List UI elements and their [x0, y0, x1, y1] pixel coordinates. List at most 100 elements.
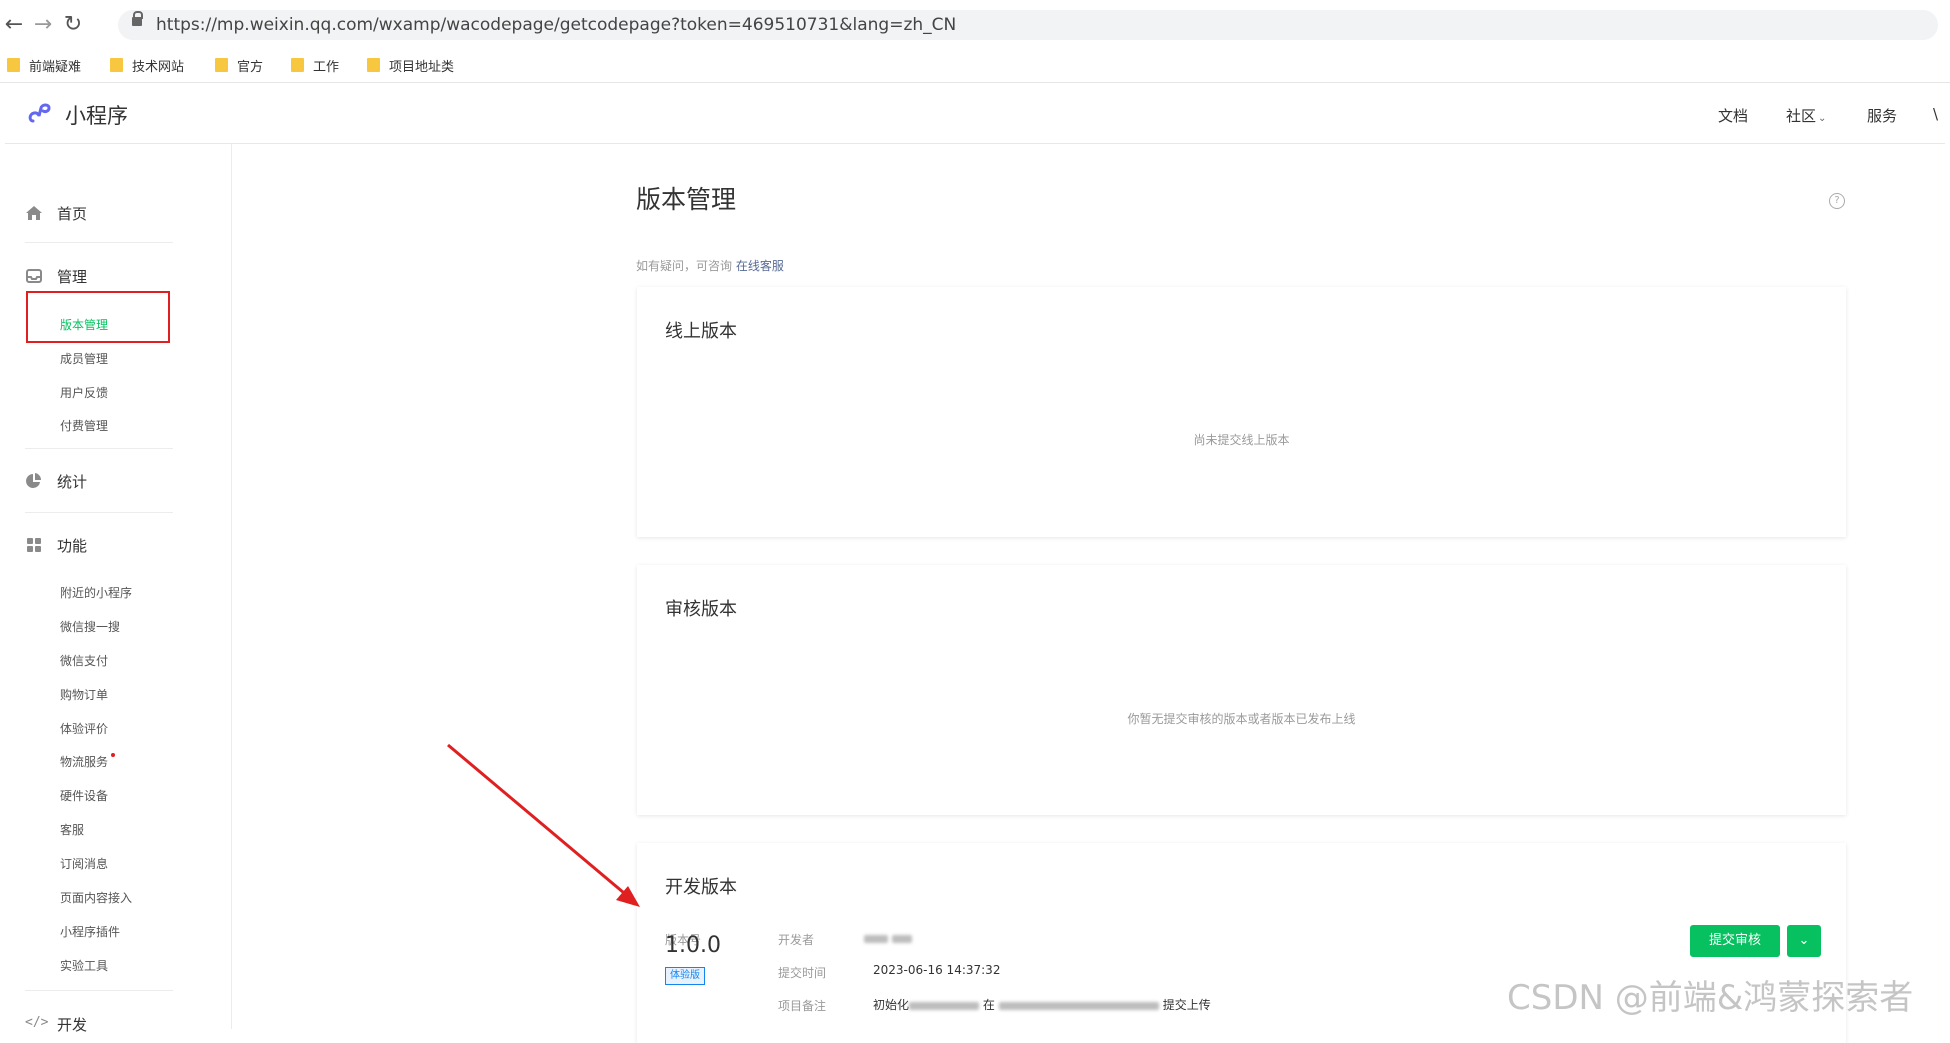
bookmark-item[interactable]: 前端疑难 [7, 55, 81, 75]
sidebar-item-logistics[interactable]: 物流服务 [60, 753, 116, 770]
nav-community[interactable]: 社区 ⌄ [1786, 105, 1826, 126]
annotation-arrow-icon [447, 743, 640, 907]
url-text: https://mp.weixin.qq.com/wxamp/wacodepag… [156, 15, 957, 35]
redacted-text [892, 934, 913, 943]
chevron-down-icon: ⌄ [1798, 933, 1810, 948]
sidebar-item-experience-rating[interactable]: 体验评价 [60, 720, 108, 737]
sidebar-item-subscribe-messages[interactable]: 订阅消息 [60, 855, 108, 872]
sidebar-item-home[interactable]: 首页 [25, 201, 87, 225]
sidebar-item-stats[interactable]: 统计 [25, 469, 87, 493]
site-header: 小程序 文档 社区 ⌄ 服务 \ [5, 83, 1945, 144]
sidebar-item-hardware[interactable]: 硬件设备 [60, 787, 108, 804]
address-bar[interactable]: https://mp.weixin.qq.com/wxamp/wacodepag… [118, 10, 1938, 40]
miniprogram-logo-icon [28, 103, 51, 123]
sidebar-label: 首页 [57, 204, 88, 223]
sidebar-item-wechat-pay[interactable]: 微信支付 [60, 652, 108, 669]
bookmark-item[interactable]: 技术网站 [110, 55, 184, 75]
project-note-label: 项目备注 [778, 999, 827, 1013]
grid-icon [27, 538, 41, 552]
bookmarks-bar: 前端疑难 技术网站 官方 工作 项目地址类 [0, 50, 1950, 83]
nav-service[interactable]: 服务 [1867, 105, 1897, 126]
project-note-value: 初始化 在 提交上传 [873, 996, 1211, 1013]
browser-toolbar: ← → ↻ https://mp.weixin.qq.com/wxamp/wac… [0, 0, 1950, 50]
empty-state-text: 你暂无提交审核的版本或者版本已发布上线 [1127, 712, 1356, 726]
sidebar-item-wechat-search[interactable]: 微信搜一搜 [60, 618, 120, 635]
divider [25, 512, 173, 513]
card-title: 审核版本 [665, 599, 737, 620]
code-icon: </> [25, 1015, 49, 1030]
bookmark-label: 技术网站 [132, 59, 185, 75]
chevron-down-icon: ⌄ [1818, 113, 1827, 124]
sidebar-item-page-content[interactable]: 页面内容接入 [60, 889, 132, 906]
sidebar-section-manage[interactable]: 管理 [25, 264, 87, 288]
online-version-card: 线上版本 尚未提交线上版本 [637, 287, 1846, 537]
bookmark-label: 工作 [313, 59, 340, 75]
submit-review-button[interactable]: 提交审核 [1690, 925, 1780, 957]
sidebar-section-dev[interactable]: </> 开发 [25, 1012, 87, 1036]
red-dot-icon [111, 753, 116, 757]
folder-icon [110, 58, 123, 72]
developer-label: 开发者 [778, 933, 815, 947]
sidebar-item-nearby[interactable]: 附近的小程序 [60, 584, 132, 601]
bookmark-item[interactable]: 官方 [215, 55, 263, 75]
bookmark-label: 官方 [237, 59, 264, 75]
sidebar-label: 功能 [57, 536, 88, 555]
sidebar-section-features[interactable]: 功能 [25, 533, 87, 557]
divider [25, 990, 173, 991]
version-number: 1.0.0 [665, 933, 721, 958]
redacted-text [864, 934, 888, 943]
sidebar-label: 管理 [57, 267, 88, 286]
note-text: 在 [982, 998, 995, 1012]
online-support-link[interactable]: 在线客服 [736, 259, 784, 273]
sidebar-item-user-feedback[interactable]: 用户反馈 [60, 384, 108, 401]
sidebar-item-shopping-orders[interactable]: 购物订单 [60, 686, 108, 703]
back-arrow-icon[interactable]: ← [3, 12, 25, 38]
developer-value [864, 931, 913, 946]
divider [25, 448, 173, 449]
help-tip-text: 如有疑问，可咨询 [636, 259, 733, 273]
card-title: 线上版本 [665, 321, 737, 342]
note-text: 初始化 [873, 998, 910, 1012]
folder-icon [367, 58, 380, 72]
sidebar-label: 统计 [57, 472, 88, 491]
sidebar-item-lab-tools[interactable]: 实验工具 [60, 957, 108, 974]
folder-icon [7, 58, 20, 72]
note-text: 提交上传 [1162, 998, 1211, 1012]
nav-community-label: 社区 [1786, 107, 1817, 125]
folder-icon [215, 58, 228, 72]
submit-time-label: 提交时间 [778, 966, 827, 980]
forward-arrow-icon[interactable]: → [32, 12, 54, 38]
pie-chart-icon [26, 473, 42, 488]
card-title: 开发版本 [665, 877, 737, 898]
submit-time-value: 2023-06-16 14:37:32 [873, 963, 1001, 977]
sidebar-label: 物流服务 [60, 755, 109, 769]
page-title: 版本管理 [636, 185, 737, 214]
bookmark-item[interactable]: 项目地址类 [367, 55, 454, 75]
brand-name: 小程序 [65, 104, 128, 128]
bookmark-label: 前端疑难 [29, 59, 82, 75]
watermark: CSDN @前端&鸿蒙探索者 [1507, 978, 1914, 1018]
redacted-text [909, 1001, 980, 1010]
nav-more[interactable]: \ [1933, 105, 1938, 123]
nav-docs[interactable]: 文档 [1718, 105, 1748, 126]
folder-icon [291, 58, 304, 72]
annotation-highlight-box [26, 291, 170, 343]
help-icon[interactable]: ? [1829, 193, 1845, 209]
sidebar-item-plugins[interactable]: 小程序插件 [60, 923, 120, 940]
trial-version-tag[interactable]: 体验版 [665, 967, 705, 985]
review-version-card: 审核版本 你暂无提交审核的版本或者版本已发布上线 [637, 565, 1846, 815]
bookmark-label: 项目地址类 [389, 59, 455, 75]
divider [25, 242, 173, 243]
bookmark-item[interactable]: 工作 [291, 55, 339, 75]
sidebar-item-customer-service[interactable]: 客服 [60, 821, 84, 838]
sidebar-label: 开发 [57, 1015, 88, 1034]
sidebar-item-payment-manage[interactable]: 付费管理 [60, 417, 108, 434]
reload-icon[interactable]: ↻ [62, 12, 84, 38]
inbox-icon [26, 269, 42, 283]
dropdown-button[interactable]: ⌄ [1787, 925, 1821, 957]
sidebar-item-member-manage[interactable]: 成员管理 [60, 350, 108, 367]
empty-state-text: 尚未提交线上版本 [1193, 433, 1290, 447]
sidebar: 首页 管理 版本管理 成员管理 用户反馈 付费管理 统计 功能 附近的小程序 微… [5, 144, 232, 1034]
redacted-text [998, 1001, 1159, 1010]
lock-icon [132, 11, 143, 26]
